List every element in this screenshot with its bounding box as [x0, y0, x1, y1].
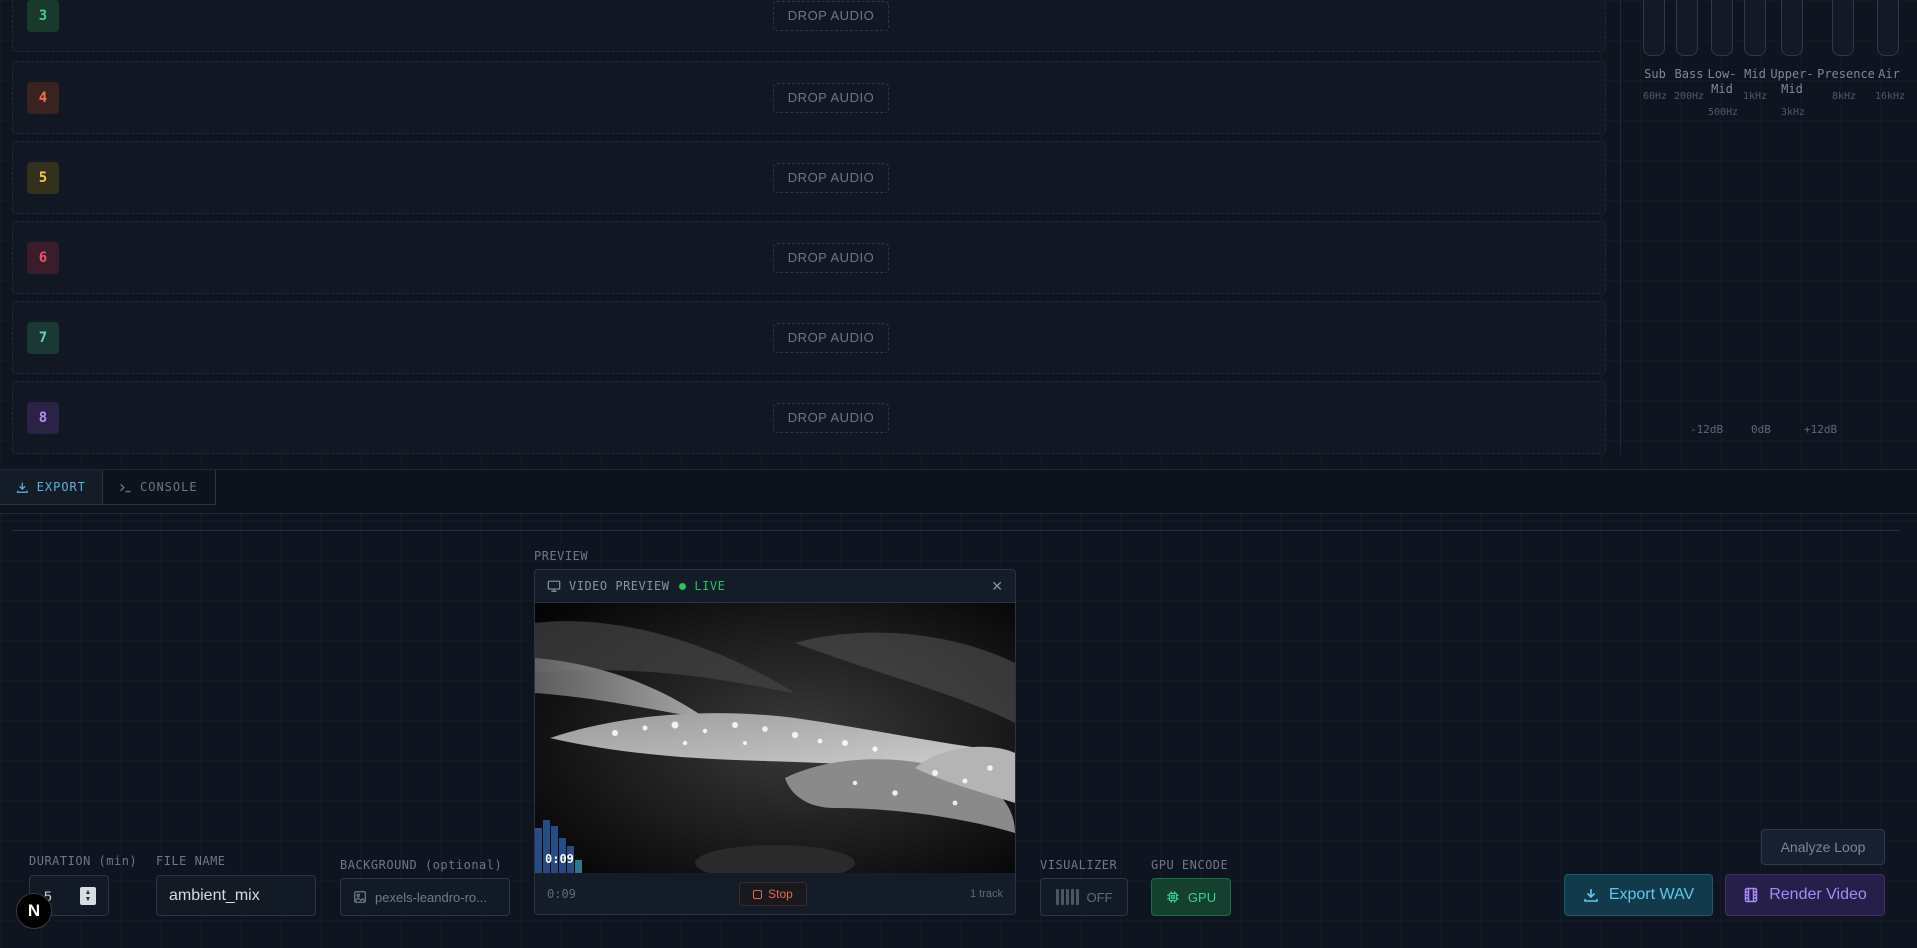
gpu-value: GPU: [1187, 889, 1217, 905]
terminal-icon: [120, 483, 131, 492]
eq-band-label: Sub: [1644, 67, 1666, 81]
preview-title: VIDEO PREVIEW: [569, 579, 670, 593]
eq-slider-bass[interactable]: [1676, 0, 1698, 56]
eq-slider-low-mid[interactable]: [1711, 0, 1733, 56]
video-preview-panel: VIDEO PREVIEW LIVE ✕ 0:09 0:09 Stop 1 tr…: [534, 569, 1016, 915]
background-label: BACKGROUND (optional): [340, 858, 503, 872]
eq-band-label: Mid: [1744, 67, 1766, 81]
eq-band-frequency: 1kHz: [1742, 91, 1768, 102]
eq-slider-sub[interactable]: [1643, 0, 1665, 56]
eq-band-frequency: 200Hz: [1673, 91, 1705, 102]
logo-letter: N: [27, 901, 41, 920]
track-number-badge: 7: [27, 321, 59, 354]
gpu-encode-label: GPU ENCODE: [1151, 858, 1229, 872]
visualizer-label: VISUALIZER: [1040, 858, 1118, 872]
live-label: LIVE: [694, 579, 726, 593]
preview-header: VIDEO PREVIEW LIVE ✕: [535, 570, 1015, 603]
image-icon: [354, 891, 366, 903]
bottom-tab-bar: EXPORT CONSOLE: [0, 469, 1917, 514]
eq-slider-mid[interactable]: [1744, 0, 1766, 56]
visualizer-toggle[interactable]: OFF: [1040, 878, 1128, 916]
drop-audio-button[interactable]: DROP AUDIO: [773, 0, 889, 31]
tab-console-label: CONSOLE: [140, 480, 198, 494]
tab-console[interactable]: CONSOLE: [103, 470, 216, 505]
drop-audio-button[interactable]: DROP AUDIO: [773, 82, 889, 113]
track-list: 3 DROP AUDIO 4 DROP AUDIO 5 DROP AUDIO 6…: [12, 0, 1606, 455]
eq-panel: Sub Bass Low-Mid Mid Upper-Mid Presence …: [1620, 0, 1917, 455]
drop-audio-button[interactable]: DROP AUDIO: [773, 242, 889, 273]
track-number-badge: 8: [27, 401, 59, 434]
visualizer-value: OFF: [1086, 889, 1113, 905]
filename-label: FILE NAME: [156, 854, 226, 868]
duration-label: DURATION (min): [29, 854, 138, 868]
eq-band-label: Air: [1878, 67, 1900, 81]
visualizer-bars-icon: [1055, 889, 1079, 905]
eq-slider-upper-mid[interactable]: [1781, 0, 1803, 56]
tab-export[interactable]: EXPORT: [0, 470, 103, 505]
eq-band-label: Presence: [1817, 67, 1875, 81]
filename-input[interactable]: ambient_mix: [156, 875, 316, 916]
chip-icon: [1167, 891, 1179, 903]
eq-scale-max: +12dB: [1804, 423, 1838, 436]
tab-export-label: EXPORT: [36, 480, 86, 494]
track-row: 6 DROP AUDIO: [12, 221, 1606, 294]
close-icon[interactable]: ✕: [991, 578, 1003, 595]
duration-stepper[interactable]: ▲ ▼: [80, 887, 96, 905]
track-row: 4 DROP AUDIO: [12, 61, 1606, 134]
film-icon: [1744, 887, 1758, 903]
drop-audio-button[interactable]: DROP AUDIO: [773, 322, 889, 353]
preview-label: PREVIEW: [534, 549, 589, 563]
download-icon: [16, 482, 28, 493]
eq-band-label: Upper-Mid: [1770, 67, 1814, 96]
eq-band-frequency: 60Hz: [1642, 91, 1668, 102]
eq-band-frequency: 16kHz: [1874, 91, 1906, 102]
monitor-icon: [547, 580, 561, 592]
track-row: 7 DROP AUDIO: [12, 301, 1606, 374]
track-number-badge: 6: [27, 241, 59, 274]
track-count: 1 track: [969, 888, 1003, 900]
analyze-loop-label: Analyze Loop: [1780, 839, 1866, 855]
eq-scale-min: -12dB: [1690, 423, 1724, 436]
export-wav-button[interactable]: Export WAV: [1564, 874, 1713, 916]
eq-slider-presence[interactable]: [1832, 0, 1854, 56]
eq-band-label: Bass: [1674, 67, 1704, 81]
stop-button[interactable]: Stop: [739, 882, 807, 906]
track-row: 5 DROP AUDIO: [12, 141, 1606, 214]
stop-icon: [753, 889, 763, 899]
background-picker[interactable]: pexels-leandro-ro...: [340, 878, 510, 916]
background-value: pexels-leandro-ro...: [375, 889, 487, 905]
drop-audio-button[interactable]: DROP AUDIO: [773, 162, 889, 193]
download-icon: [1584, 889, 1598, 902]
eq-band-label: Low-Mid: [1707, 67, 1737, 96]
render-video-button[interactable]: Render Video: [1725, 874, 1885, 916]
live-indicator-dot: [679, 582, 687, 590]
eq-scale-mid: 0dB: [1751, 423, 1771, 436]
eq-band-frequency: 500Hz: [1707, 107, 1739, 118]
track-row: 8 DROP AUDIO: [12, 381, 1606, 454]
video-timecode: 0:09: [545, 852, 574, 866]
eq-band-frequency: 8kHz: [1831, 91, 1857, 102]
video-frame: 0:09: [535, 603, 1015, 873]
drop-audio-button[interactable]: DROP AUDIO: [773, 402, 889, 433]
app-logo[interactable]: N: [16, 893, 52, 929]
track-number-badge: 4: [27, 81, 59, 114]
playback-time: 0:09: [547, 887, 576, 901]
track-row: 3 DROP AUDIO: [12, 0, 1606, 52]
track-number-badge: 5: [27, 161, 59, 194]
filename-value: ambient_mix: [169, 887, 260, 904]
eq-slider-air[interactable]: [1877, 0, 1899, 56]
export-wav-label: Export WAV: [1608, 886, 1695, 903]
render-video-label: Render Video: [1769, 886, 1867, 903]
analyze-loop-button[interactable]: Analyze Loop: [1761, 829, 1885, 865]
leaf-photo: [535, 603, 1015, 873]
eq-band-frequency: 3kHz: [1780, 107, 1806, 118]
stop-label: Stop: [768, 887, 793, 901]
track-number-badge: 3: [27, 0, 59, 32]
divider: [12, 530, 1900, 531]
gpu-encode-toggle[interactable]: GPU: [1151, 878, 1231, 916]
preview-footer: 0:09 Stop 1 track: [535, 873, 1015, 914]
